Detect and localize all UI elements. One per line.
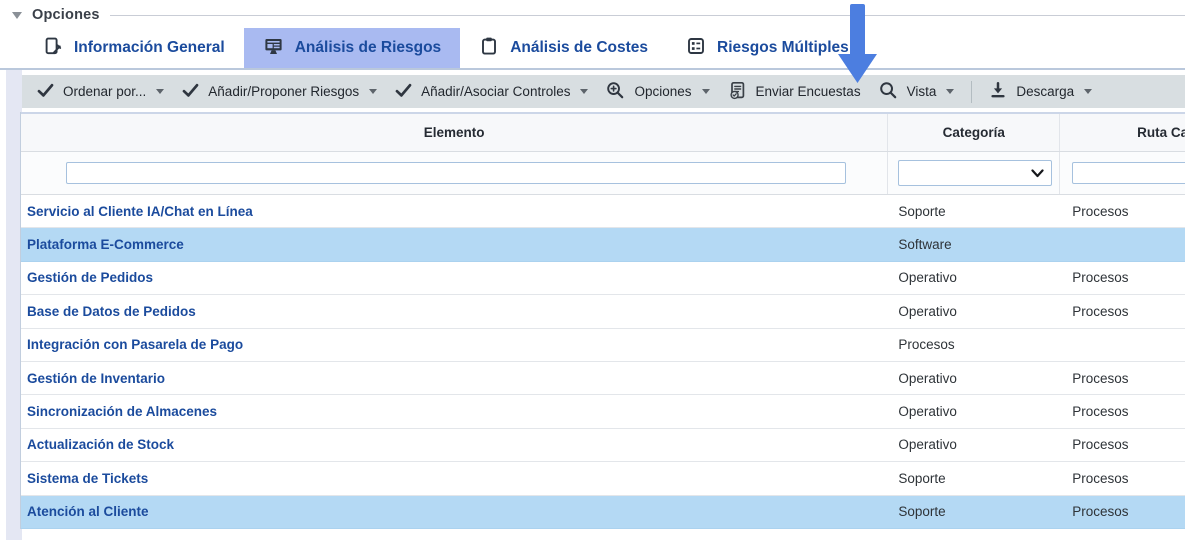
tab-analisis-de-riesgos[interactable]: Análisis de Riesgos: [244, 28, 460, 68]
chevron-down-icon: [156, 89, 164, 94]
chevron-down-icon: [702, 89, 710, 94]
categoria-value: Soporte: [888, 504, 1060, 519]
anadir-asociar-controles-label: Añadir/Asociar Controles: [421, 84, 570, 99]
ruta-categoria-value: Procesos: [1060, 471, 1185, 486]
column-header-ruta-categoria[interactable]: Ruta Categoría: [1060, 114, 1185, 151]
chevron-down-icon: [1031, 169, 1044, 178]
ruta-categoria-filter-input[interactable]: [1072, 162, 1185, 184]
enviar-encuestas-button[interactable]: Enviar Encuestas: [719, 75, 870, 108]
categoria-value: Operativo: [888, 270, 1060, 285]
chevron-down-icon: [1084, 89, 1092, 94]
section-divider: [110, 15, 1185, 16]
tab-informacion-general[interactable]: Información General: [24, 28, 244, 68]
table-row[interactable]: Integración con Pasarela de Pago Proceso…: [21, 329, 1185, 362]
elemento-link[interactable]: Sincronización de Almacenes: [21, 404, 888, 419]
descarga-label: Descarga: [1016, 84, 1074, 99]
tabs-underline: [0, 68, 1185, 70]
elemento-link[interactable]: Gestión de Pedidos: [21, 270, 888, 285]
tab-label: Información General: [74, 39, 225, 57]
check-icon: [182, 83, 199, 101]
check-icon: [37, 83, 54, 101]
book-edit-icon: [43, 36, 63, 61]
elemento-link[interactable]: Atención al Cliente: [21, 504, 888, 519]
table-row[interactable]: Plataforma E-Commerce Software: [21, 228, 1185, 261]
column-header-categoria[interactable]: Categoría: [888, 114, 1060, 151]
clipboard-icon: [479, 36, 499, 61]
elemento-filter-input[interactable]: [66, 162, 846, 184]
ordenar-por-button[interactable]: Ordenar por...: [28, 75, 173, 108]
tab-label: Análisis de Riesgos: [295, 39, 441, 57]
elemento-link[interactable]: Actualización de Stock: [21, 437, 888, 452]
elemento-link[interactable]: Plataforma E-Commerce: [21, 237, 888, 252]
download-icon: [989, 81, 1007, 102]
section-title: Opciones: [32, 7, 100, 23]
chevron-down-icon: [580, 89, 588, 94]
ruta-categoria-value: Procesos: [1060, 437, 1185, 452]
ruta-categoria-value: Procesos: [1060, 504, 1185, 519]
table-row[interactable]: Gestión de Inventario Operativo Procesos: [21, 362, 1185, 395]
categoria-value: Soporte: [888, 471, 1060, 486]
table-row[interactable]: Servicio al Cliente IA/Chat en Línea Sop…: [21, 195, 1185, 228]
anadir-proponer-riesgos-button[interactable]: Añadir/Proponer Riesgos: [173, 75, 386, 108]
vista-label: Vista: [907, 84, 937, 99]
categoria-value: Operativo: [888, 371, 1060, 386]
table-body: Servicio al Cliente IA/Chat en Línea Sop…: [21, 195, 1185, 529]
vista-button[interactable]: Vista: [870, 75, 964, 108]
magnifier-icon: [879, 81, 898, 103]
ruta-categoria-value: Procesos: [1060, 204, 1185, 219]
ruta-categoria-value: Procesos: [1060, 270, 1185, 285]
monitor-icon: [263, 36, 284, 61]
tab-riesgos-multiples[interactable]: Riesgos Múltiples: [667, 28, 868, 68]
table-row[interactable]: Sistema de Tickets Soporte Procesos: [21, 462, 1185, 495]
descarga-button[interactable]: Descarga: [980, 75, 1101, 108]
anadir-proponer-riesgos-label: Añadir/Proponer Riesgos: [208, 84, 359, 99]
tab-bar: Información General Análisis de Riesgos …: [24, 28, 868, 68]
chevron-down-icon: [369, 89, 377, 94]
elemento-link[interactable]: Gestión de Inventario: [21, 371, 888, 386]
tab-label: Análisis de Costes: [510, 39, 648, 57]
categoria-filter-select[interactable]: [898, 160, 1052, 186]
document-check-icon: [728, 81, 747, 103]
ruta-categoria-value: Procesos: [1060, 304, 1185, 319]
ruta-categoria-value: Procesos: [1060, 404, 1185, 419]
table-filter-row: [21, 152, 1185, 195]
table-row[interactable]: Sincronización de Almacenes Operativo Pr…: [21, 395, 1185, 428]
table-row[interactable]: Base de Datos de Pedidos Operativo Proce…: [21, 295, 1185, 328]
categoria-value: Operativo: [888, 404, 1060, 419]
table-row[interactable]: Actualización de Stock Operativo Proceso…: [21, 429, 1185, 462]
categoria-value: Operativo: [888, 304, 1060, 319]
opciones-label: Opciones: [634, 84, 691, 99]
tab-label: Riesgos Múltiples: [717, 39, 849, 57]
ordenar-por-label: Ordenar por...: [63, 84, 146, 99]
checklist-icon: [686, 36, 706, 61]
toolbar-separator: [971, 81, 972, 103]
elemento-link[interactable]: Base de Datos de Pedidos: [21, 304, 888, 319]
elemento-link[interactable]: Servicio al Cliente IA/Chat en Línea: [21, 204, 888, 219]
enviar-encuestas-label: Enviar Encuestas: [756, 84, 861, 99]
categoria-value: Operativo: [888, 437, 1060, 452]
column-header-elemento[interactable]: Elemento: [21, 114, 888, 151]
table-header-row: Elemento Categoría Ruta Categoría: [21, 112, 1185, 152]
zoom-plus-icon: [606, 81, 625, 103]
opciones-button[interactable]: Opciones: [597, 75, 718, 108]
tab-analisis-de-costes[interactable]: Análisis de Costes: [460, 28, 667, 68]
anadir-asociar-controles-button[interactable]: Añadir/Asociar Controles: [386, 75, 597, 108]
risk-elements-table: Elemento Categoría Ruta Categoría Servic…: [20, 112, 1185, 529]
section-header: Opciones: [10, 4, 1185, 26]
categoria-value: Soporte: [888, 204, 1060, 219]
table-row[interactable]: Gestión de Pedidos Operativo Procesos: [21, 262, 1185, 295]
table-row[interactable]: Atención al Cliente Soporte Procesos: [21, 496, 1185, 529]
check-icon: [395, 83, 412, 101]
toolbar: Ordenar por... Añadir/Proponer Riesgos A…: [22, 75, 1185, 108]
elemento-link[interactable]: Sistema de Tickets: [21, 471, 888, 486]
collapse-triangle-icon[interactable]: [12, 12, 22, 19]
ruta-categoria-value: Procesos: [1060, 371, 1185, 386]
elemento-link[interactable]: Integración con Pasarela de Pago: [21, 337, 888, 352]
categoria-value: Software: [888, 237, 1060, 252]
categoria-value: Procesos: [888, 337, 1060, 352]
chevron-down-icon: [946, 89, 954, 94]
